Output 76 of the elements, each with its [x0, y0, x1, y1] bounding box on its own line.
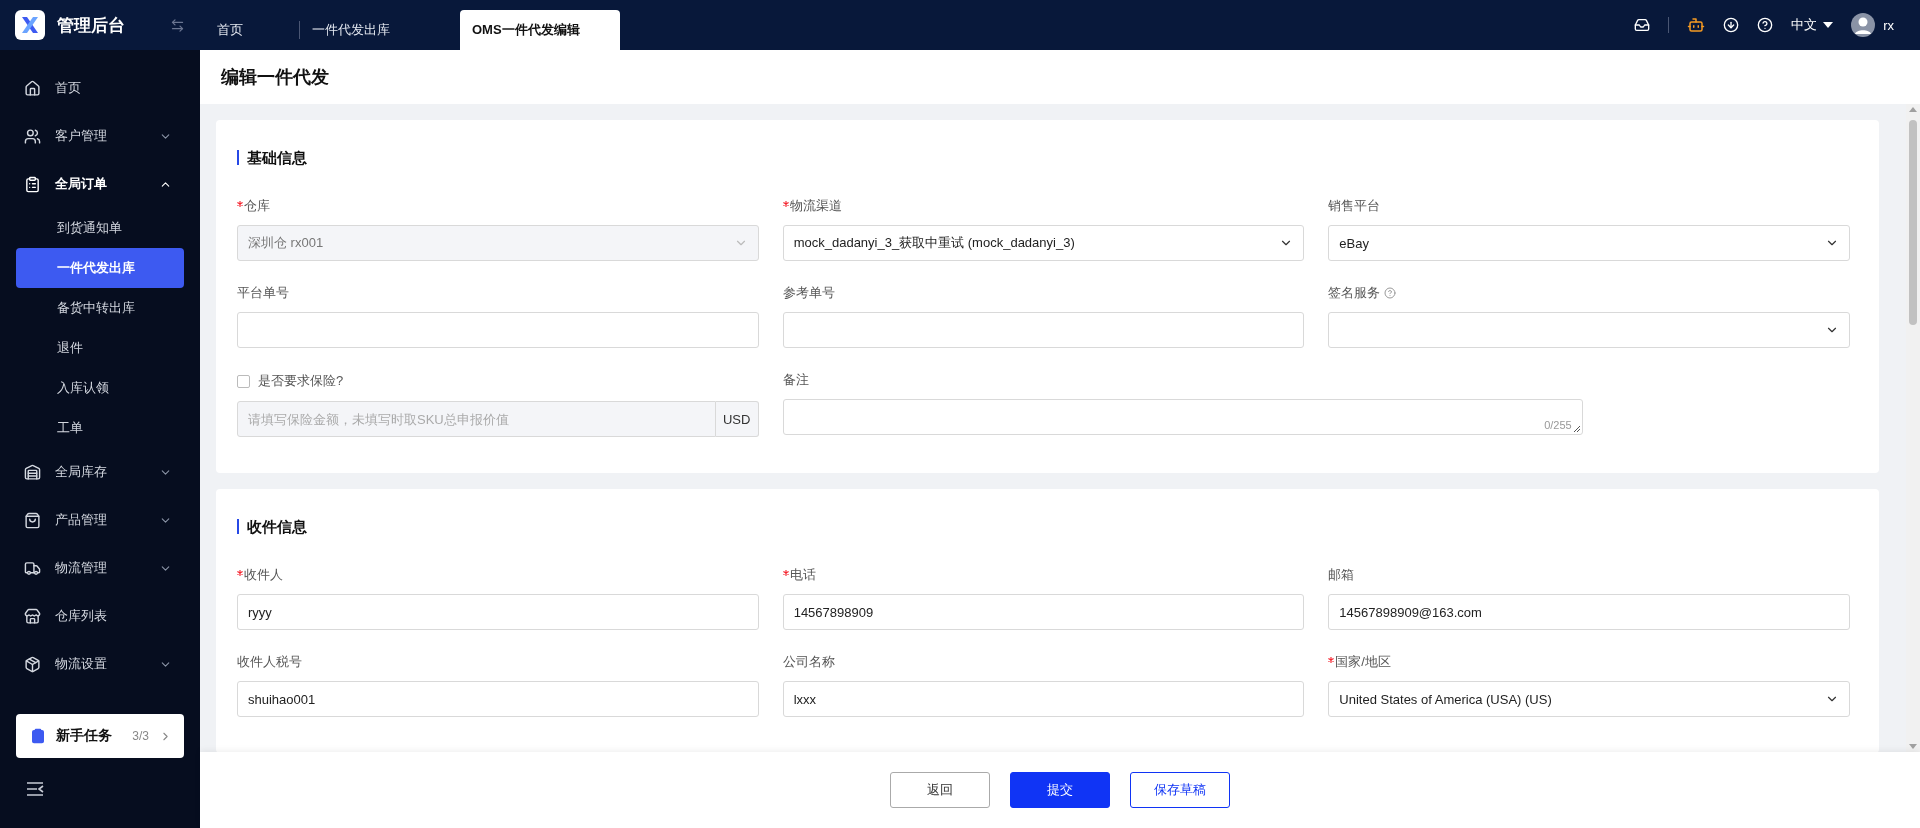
field-label: 签名服务: [1328, 284, 1381, 302]
sidebar-item[interactable]: 全局订单: [0, 160, 200, 208]
field-label: 备注: [782, 371, 809, 389]
select-field[interactable]: eBay: [1328, 225, 1850, 261]
sidebar-item[interactable]: 首页: [0, 64, 200, 112]
required-asterisk-icon: [237, 570, 243, 576]
field-label: 邮箱: [1328, 566, 1355, 584]
sidebar-subitem[interactable]: 工单: [16, 408, 184, 448]
package-icon: [24, 655, 41, 673]
warehouse-icon: [24, 463, 41, 481]
sidebar-subitem[interactable]: 退件: [16, 328, 184, 368]
select-field[interactable]: [1328, 312, 1850, 348]
currency-unit: USD: [715, 401, 759, 437]
avatar-icon[interactable]: [1851, 13, 1876, 37]
sidebar-subitem[interactable]: 一件代发出库: [16, 248, 184, 288]
text-field[interactable]: ryyy: [237, 594, 759, 630]
sidebar-item[interactable]: 仓库列表: [0, 592, 200, 640]
text-field[interactable]: 14567898909: [782, 594, 1305, 630]
inbox-icon[interactable]: [1634, 17, 1651, 33]
users-icon: [24, 127, 41, 145]
footer-button[interactable]: 返回: [890, 772, 990, 808]
task-label: 新手任务: [56, 727, 113, 745]
user-name: rx: [1883, 17, 1894, 33]
text-field[interactable]: [782, 312, 1305, 348]
language-selector[interactable]: 中文: [1791, 16, 1818, 34]
bag-icon: [24, 511, 41, 529]
clipboard-icon: [30, 728, 46, 744]
caret-icon: [1823, 22, 1834, 28]
text-field[interactable]: 14567898909@163.com: [1328, 594, 1850, 630]
sidebar-item[interactable]: 物流设置: [0, 640, 200, 688]
sidebar-subitem[interactable]: 到货通知单: [16, 208, 184, 248]
field-label: 国家/地区: [1335, 653, 1391, 671]
select-field[interactable]: mock_dadanyi_3_获取中重试 (mock_dadanyi_3): [782, 225, 1305, 261]
field-label: 仓库: [244, 197, 270, 215]
sidebar-item[interactable]: 客户管理: [0, 112, 200, 160]
tab[interactable]: OMS一件代发编辑: [460, 10, 620, 50]
task-count: 3/3: [132, 729, 149, 743]
clipboard-icon: [24, 175, 41, 193]
sidebar-item[interactable]: 全局库存: [0, 448, 200, 496]
field-label: 销售平台: [1328, 197, 1381, 215]
field-label: 电话: [789, 566, 816, 584]
task-card[interactable]: 新手任务 3/3: [16, 714, 184, 758]
text-field[interactable]: [237, 312, 759, 348]
collapse-menu-icon[interactable]: [26, 782, 44, 796]
required-asterisk-icon: [1328, 657, 1335, 663]
sidebar-item[interactable]: 产品管理: [0, 496, 200, 544]
required-asterisk-icon: [782, 201, 789, 207]
footer-button[interactable]: 保存草稿: [1130, 772, 1230, 808]
tab[interactable]: 首页: [205, 10, 299, 50]
required-asterisk-icon: [237, 201, 243, 207]
tab[interactable]: 一件代发出库: [300, 10, 460, 50]
select-field[interactable]: United States of America (USA) (US): [1328, 681, 1850, 717]
page-title: 编辑一件代发: [221, 66, 329, 89]
field-label: 参考单号: [782, 284, 835, 302]
sidebar-subitem[interactable]: 备货中转出库: [16, 288, 184, 328]
sidebar-item[interactable]: 物流管理: [0, 544, 200, 592]
house-icon: [24, 79, 41, 97]
field-label: 收件人: [244, 566, 283, 584]
truck-icon: [24, 559, 41, 577]
sidebar-subitem[interactable]: 入库认领: [16, 368, 184, 408]
field-label: 公司名称: [782, 653, 835, 671]
store-icon: [24, 607, 41, 625]
section-title: 基础信息: [237, 150, 1850, 165]
footer-button[interactable]: 提交: [1010, 772, 1110, 808]
required-asterisk-icon: [782, 570, 789, 576]
text-field[interactable]: lxxx: [782, 681, 1305, 717]
text-field[interactable]: shuihao001: [237, 681, 759, 717]
robot-icon[interactable]: [1687, 16, 1706, 34]
logo-icon: [15, 10, 45, 40]
field-label: 平台单号: [237, 284, 289, 302]
section-title: 收件信息: [237, 519, 1850, 534]
download-icon[interactable]: [1723, 17, 1740, 33]
app-title: 管理后台: [57, 14, 125, 37]
field-label: 物流渠道: [789, 197, 842, 215]
field-label: 收件人税号: [237, 653, 302, 671]
resize-handle-icon[interactable]: [1572, 425, 1581, 433]
